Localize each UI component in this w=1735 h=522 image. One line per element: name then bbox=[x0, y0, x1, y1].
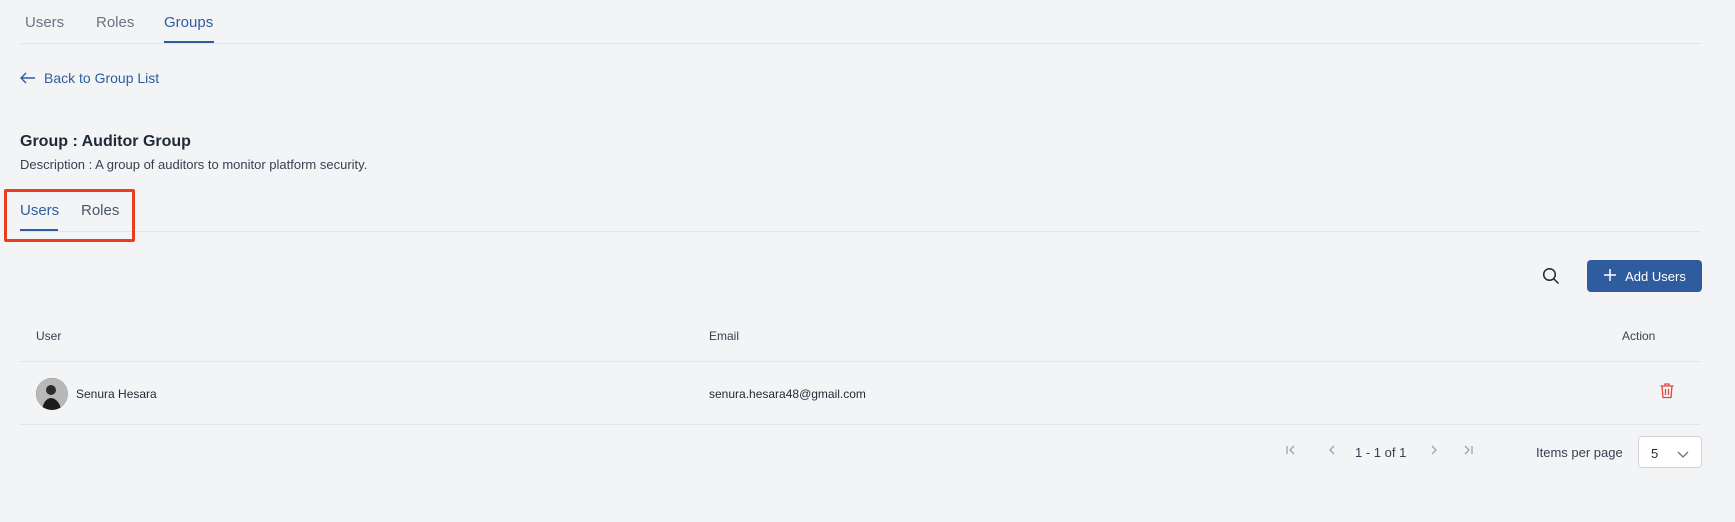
page-range: 1 - 1 of 1 bbox=[1355, 445, 1407, 460]
group-tab-bar: Users Roles bbox=[20, 196, 1701, 232]
group-title: Group : Auditor Group bbox=[20, 133, 191, 150]
column-header-user: User bbox=[36, 329, 62, 343]
add-users-label: Add Users bbox=[1625, 268, 1686, 284]
next-page-button[interactable] bbox=[1426, 444, 1442, 460]
items-per-page-select[interactable]: 5 bbox=[1638, 436, 1702, 468]
back-to-group-list-link[interactable]: Back to Group List bbox=[20, 70, 159, 86]
arrow-left-icon bbox=[20, 72, 36, 84]
table-row: Senura Hesara senura.hesara48@gmail.com bbox=[20, 362, 1701, 425]
users-table: User Email Action Senura Hesara senura.h… bbox=[20, 322, 1701, 425]
first-page-button[interactable] bbox=[1283, 444, 1299, 460]
tab-roles[interactable]: Roles bbox=[96, 14, 134, 31]
last-page-button[interactable] bbox=[1460, 444, 1476, 460]
user-name: Senura Hesara bbox=[76, 387, 157, 401]
column-header-action: Action bbox=[1622, 329, 1656, 343]
pagination: 1 - 1 of 1 bbox=[1280, 436, 1480, 468]
chevron-down-icon bbox=[1677, 447, 1689, 465]
first-page-icon bbox=[1285, 443, 1297, 461]
highlight-annotation bbox=[4, 189, 135, 242]
chevron-left-icon bbox=[1326, 443, 1338, 461]
items-per-page-value: 5 bbox=[1651, 446, 1659, 461]
tab-users[interactable]: Users bbox=[25, 14, 64, 31]
back-link-label: Back to Group List bbox=[44, 70, 160, 86]
avatar bbox=[36, 378, 68, 410]
last-page-icon bbox=[1462, 443, 1474, 461]
active-tab-indicator bbox=[164, 41, 214, 43]
chevron-right-icon bbox=[1428, 443, 1440, 461]
group-description: Description : A group of auditors to mon… bbox=[20, 157, 368, 172]
add-users-button[interactable]: Add Users bbox=[1587, 260, 1702, 292]
trash-icon bbox=[1659, 382, 1675, 404]
search-icon bbox=[1542, 267, 1560, 290]
search-button[interactable] bbox=[1537, 264, 1565, 292]
tab-groups[interactable]: Groups bbox=[164, 14, 213, 31]
items-per-page-label: Items per page bbox=[1536, 445, 1623, 460]
table-header: User Email Action bbox=[20, 322, 1701, 362]
user-email: senura.hesara48@gmail.com bbox=[709, 387, 866, 401]
column-header-email: Email bbox=[709, 329, 740, 343]
previous-page-button[interactable] bbox=[1324, 444, 1340, 460]
delete-user-button[interactable] bbox=[1657, 383, 1677, 403]
top-tab-bar: Users Roles Groups bbox=[20, 0, 1701, 44]
plus-icon bbox=[1603, 268, 1617, 285]
